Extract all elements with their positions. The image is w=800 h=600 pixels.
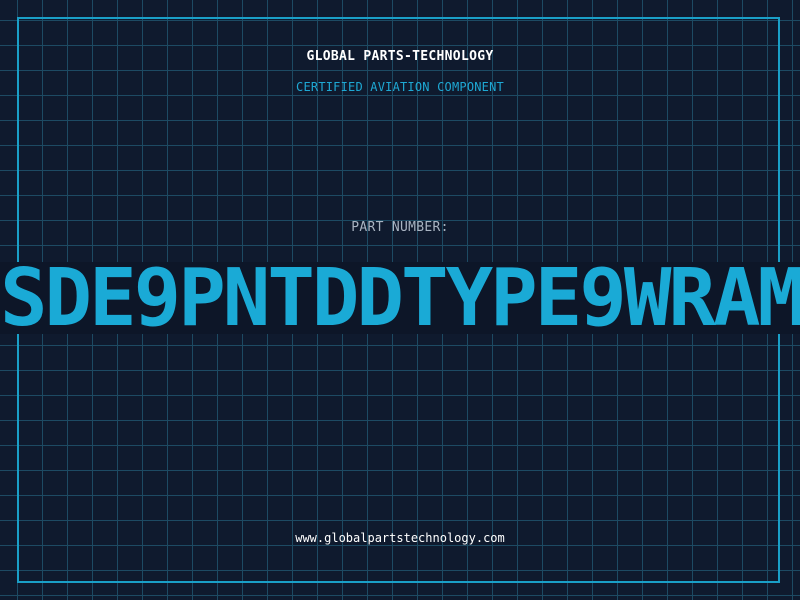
- website-url: www.globalpartstechnology.com: [295, 531, 505, 545]
- part-number-label: PART NUMBER:: [351, 220, 449, 235]
- certification-subtitle: CERTIFIED AVIATION COMPONENT: [296, 80, 504, 94]
- part-number-band: SDE9PNTDDTYPE9WRAM: [0, 262, 800, 334]
- part-number-value: SDE9PNTDDTYPE9WRAM: [0, 262, 800, 334]
- company-name: GLOBAL PARTS-TECHNOLOGY: [306, 49, 494, 64]
